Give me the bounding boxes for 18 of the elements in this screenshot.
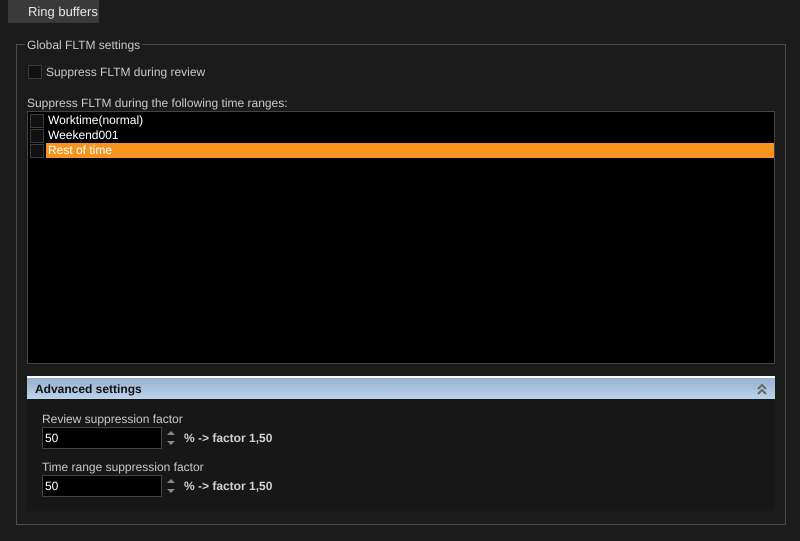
chevron-up-icon <box>757 382 767 394</box>
field-label: Time range suppression factor <box>42 459 205 475</box>
checkbox-label: Suppress FLTM during review <box>46 64 206 81</box>
list-label: Suppress FLTM during the following time ranges: <box>27 95 289 111</box>
advanced-header[interactable]: Advanced settings <box>27 376 775 399</box>
checkbox[interactable] <box>30 128 44 142</box>
number-field[interactable]: 50 <box>42 475 162 497</box>
section-title: Advanced settings <box>35 380 142 398</box>
list-item[interactable]: Weekend001 <box>46 128 774 143</box>
checkbox[interactable] <box>28 65 42 79</box>
checkbox[interactable] <box>30 114 44 128</box>
field-label: Review suppression factor <box>42 411 184 427</box>
list-item[interactable]: Worktime(normal) <box>46 113 774 128</box>
factor-text: % -> factor 1,50 <box>184 430 272 447</box>
checkbox[interactable] <box>30 144 44 158</box>
number-field[interactable]: 50 <box>42 427 162 449</box>
factor-text: % -> factor 1,50 <box>184 478 272 495</box>
tab[interactable]: Ring buffers <box>8 0 99 23</box>
